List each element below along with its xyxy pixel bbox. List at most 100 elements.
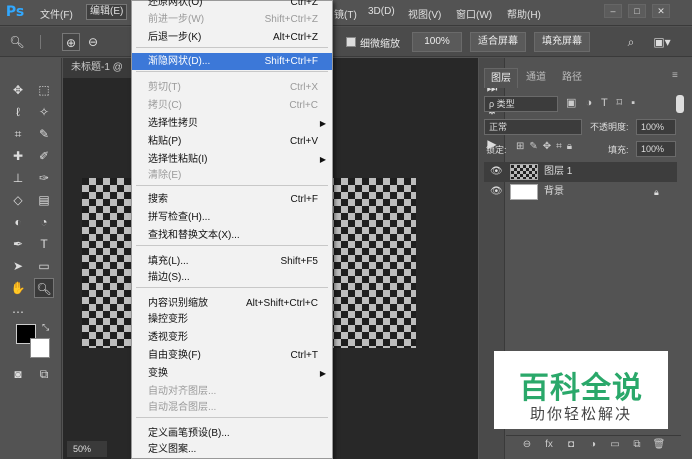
workspace-icon[interactable]: ▣▾ <box>650 33 674 51</box>
menu-item[interactable]: 查找和替换文本(X)... <box>132 227 332 244</box>
filter-toggle[interactable] <box>676 95 684 113</box>
menu-item[interactable]: 搜索 Ctrl+F <box>132 191 332 208</box>
menu-item-shortcut: Ctrl+F <box>290 194 319 205</box>
fx-icon[interactable]: fx <box>542 438 556 452</box>
add-mask-icon[interactable]: ◘ <box>564 438 578 452</box>
quick-mask-icon[interactable]: ◙ <box>8 364 28 384</box>
crop-tool-icon[interactable]: ⌗ <box>8 124 28 144</box>
options-bar: 🔍︎ ⊕ ⊖ 细微缩放 100% 适合屏幕 填充屏幕 ⌕ ▣▾ <box>0 27 692 57</box>
gradient-tool-icon[interactable]: ▤ <box>34 190 54 210</box>
fit-screen-button[interactable]: 适合屏幕 <box>470 32 526 52</box>
visibility-eye-icon[interactable]: 👁 <box>490 182 503 202</box>
menu-item[interactable]: 描边(S)... <box>132 269 332 286</box>
screen-mode-icon[interactable]: ⧉ <box>34 364 54 384</box>
menu-view[interactable]: 视图(V) <box>408 6 441 21</box>
hand-tool-icon[interactable]: ✋ <box>8 278 28 298</box>
submenu-arrow-icon: ▶ <box>319 155 326 164</box>
dodge-tool-icon[interactable]: ◔ <box>34 212 54 232</box>
more-tools-icon[interactable]: ⋯ <box>8 302 28 322</box>
trash-icon[interactable]: 🗑 <box>652 438 666 452</box>
layer-thumbnail <box>510 164 538 180</box>
magic-wand-tool-icon[interactable]: ✧ <box>34 102 54 122</box>
menu-window[interactable]: 窗口(W) <box>456 6 492 21</box>
zoom-in-icon[interactable]: ⊕ <box>62 33 80 51</box>
new-layer-icon[interactable]: ⧉ <box>630 438 644 452</box>
move-tool-icon[interactable]: ✥ <box>8 80 28 100</box>
minimize-button[interactable]: – <box>604 4 622 18</box>
layer-name: 背景 <box>544 186 564 197</box>
menu-item-shortcut: Ctrl+T <box>290 350 319 361</box>
zoom-tool-icon[interactable]: 🔍︎ <box>34 278 54 298</box>
menu-item[interactable]: 选择性拷贝 ▶ <box>132 115 332 132</box>
zoom-100-button[interactable]: 100% <box>412 32 462 52</box>
type-tool-icon[interactable]: T <box>34 234 54 254</box>
background-color-swatch[interactable] <box>30 338 50 358</box>
lasso-tool-icon[interactable]: ℓ <box>8 102 28 122</box>
swap-colors-icon[interactable]: ⤡ <box>42 322 49 333</box>
menu-edit[interactable]: 编辑(E) <box>86 4 128 20</box>
tab-paths[interactable]: 路径 <box>556 68 588 88</box>
menu-3d[interactable]: 3D(D) <box>368 6 395 17</box>
link-layers-icon[interactable]: ⊖ <box>520 438 534 452</box>
menu-item[interactable]: 内容识别缩放 Alt+Shift+Ctrl+C <box>132 295 332 312</box>
menu-separator <box>136 71 328 72</box>
layer-row-layer1[interactable]: 👁 图层 1 <box>484 162 677 182</box>
maximize-button[interactable]: □ <box>628 4 646 18</box>
menu-item[interactable]: 渐隐网状(D)... Shift+Ctrl+F <box>132 53 332 70</box>
menu-item[interactable]: 透视变形 <box>132 329 332 346</box>
fill-screen-button[interactable]: 填充屏幕 <box>534 32 590 52</box>
zoom-level[interactable]: 50% <box>67 441 107 457</box>
layer-filter-select[interactable]: ρ 类型 <box>484 96 558 112</box>
menu-item[interactable]: 后退一步(K) Alt+Ctrl+Z <box>132 29 332 46</box>
menu-item-label: 定义图案... <box>148 444 197 455</box>
menu-item[interactable]: 选择性粘贴(I) ▶ <box>132 151 332 168</box>
submenu-arrow-icon: ▶ <box>319 369 326 378</box>
menu-item[interactable]: 操控变形 <box>132 311 332 328</box>
new-group-icon[interactable]: ▭ <box>608 438 622 452</box>
layer-row-background[interactable]: 👁 背景 🔒︎ <box>484 182 677 202</box>
rectangle-tool-icon[interactable]: ▭ <box>34 256 54 276</box>
menu-item[interactable]: 填充(L)... Shift+F5 <box>132 253 332 270</box>
menu-item[interactable]: 变换 ▶ <box>132 365 332 382</box>
menu-filter[interactable]: 镜(T) <box>334 6 357 21</box>
menu-item: 自动对齐图层... <box>132 383 332 400</box>
scrubby-zoom-checkbox[interactable] <box>346 37 356 47</box>
blur-tool-icon[interactable]: ◐ <box>8 212 28 232</box>
menu-item-label: 后退一步(K) <box>148 32 202 43</box>
menu-item-shortcut: Shift+Ctrl+F <box>264 56 318 67</box>
visibility-eye-icon[interactable]: 👁 <box>490 162 503 182</box>
menu-item-label: 定义画笔预设(B)... <box>148 428 230 439</box>
healing-brush-tool-icon[interactable]: ✚ <box>8 146 28 166</box>
history-brush-tool-icon[interactable]: ✑ <box>34 168 54 188</box>
eyedropper-tool-icon[interactable]: ✎ <box>34 124 54 144</box>
eraser-tool-icon[interactable]: ◇ <box>8 190 28 210</box>
close-button[interactable]: ✕ <box>652 4 670 18</box>
menu-item[interactable]: 拼写检查(H)... <box>132 209 332 226</box>
menu-item-label: 自由变换(F) <box>148 350 201 361</box>
blend-mode-select[interactable]: 正常 <box>484 119 582 135</box>
panel-menu-icon[interactable]: ≡ <box>672 70 678 81</box>
fill-input[interactable]: 100% <box>636 141 676 157</box>
zoom-out-icon[interactable]: ⊖ <box>84 33 102 51</box>
menu-item[interactable]: 自由变换(F) Ctrl+T <box>132 347 332 364</box>
menu-item[interactable]: 定义画笔预设(B)... <box>132 425 332 442</box>
opacity-input[interactable]: 100% <box>636 119 676 135</box>
tab-channels[interactable]: 通道 <box>520 68 552 88</box>
adjustment-layer-icon[interactable]: ◑ <box>586 438 600 452</box>
brush-tool-icon[interactable]: ✐ <box>34 146 54 166</box>
marquee-tool-icon[interactable]: ⬚ <box>34 80 54 100</box>
menu-item-undo[interactable]: 还原网状(O) Ctrl+Z <box>132 0 332 11</box>
tab-layers[interactable]: 图层 <box>484 68 518 88</box>
menu-file[interactable]: 文件(F) <box>40 6 73 21</box>
fill-label: 填充: <box>608 145 629 155</box>
lock-icons[interactable]: ⊞✎✥⌗🔒︎ <box>516 141 577 152</box>
zoom-tool-icon[interactable]: 🔍︎ <box>8 33 26 51</box>
layer-filter-icons[interactable]: ▣ ◑ T ⌑ ▪ <box>566 96 638 109</box>
clone-stamp-tool-icon[interactable]: ⊥ <box>8 168 28 188</box>
path-selection-tool-icon[interactable]: ➤ <box>8 256 28 276</box>
pen-tool-icon[interactable]: ✒ <box>8 234 28 254</box>
menu-help[interactable]: 帮助(H) <box>507 6 541 21</box>
menu-item[interactable]: 粘贴(P) Ctrl+V <box>132 133 332 150</box>
menu-item[interactable]: 定义图案... <box>132 441 332 458</box>
search-icon[interactable]: ⌕ <box>622 33 640 51</box>
